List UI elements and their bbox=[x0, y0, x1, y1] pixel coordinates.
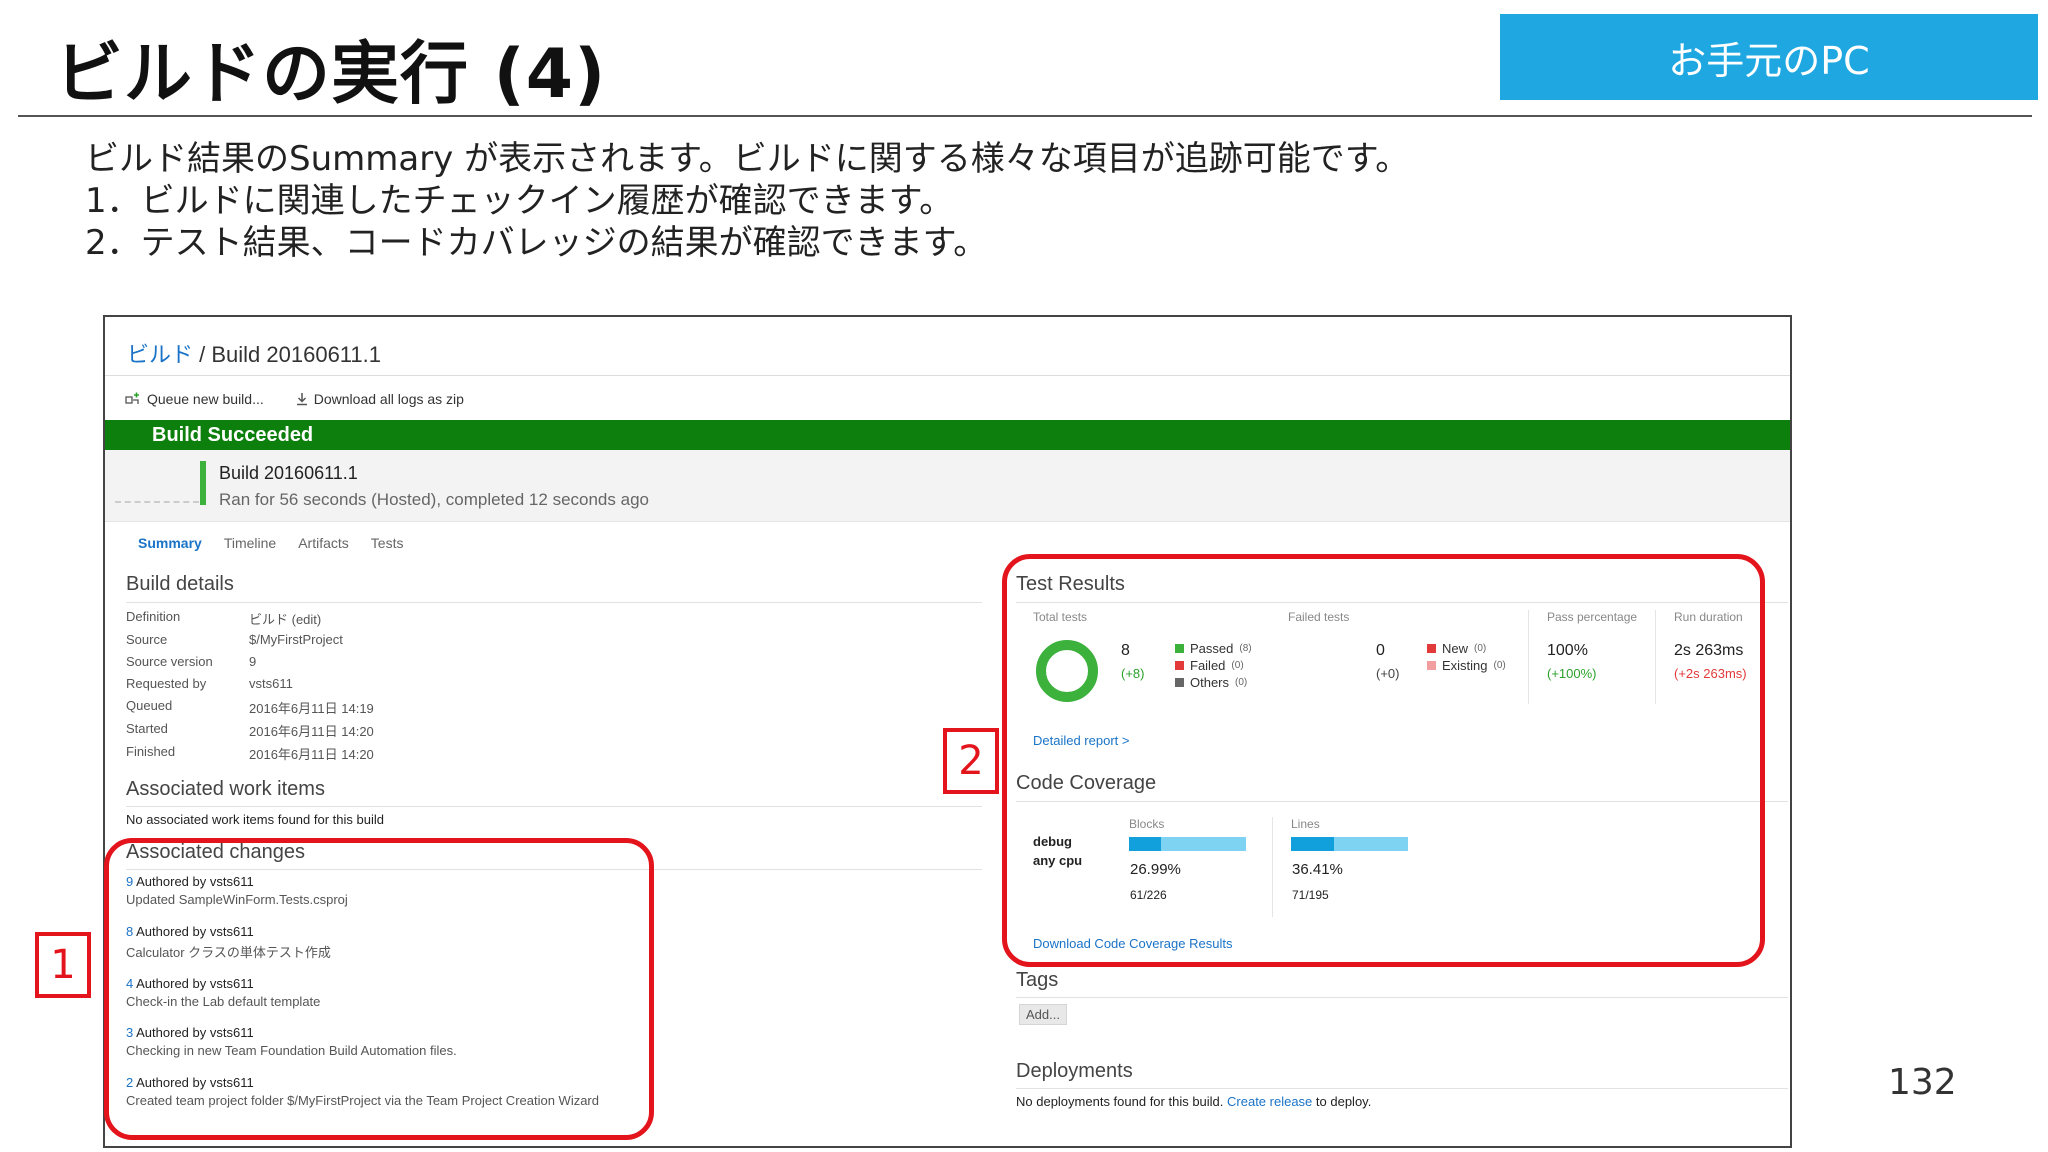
detail-label: Source bbox=[126, 632, 168, 647]
deployments-text-after: to deploy. bbox=[1312, 1094, 1372, 1109]
detail-label: Definition bbox=[126, 609, 181, 624]
download-logs-label: Download all logs as zip bbox=[313, 391, 464, 407]
detail-value: 2016年6月11日 14:19 bbox=[249, 701, 374, 716]
source-link[interactable]: $/MyFirstProject bbox=[249, 632, 343, 647]
detail-label: Started bbox=[126, 721, 168, 736]
page-number: 132 bbox=[1888, 1062, 1957, 1103]
deployments-text-before: No deployments found for this build. bbox=[1016, 1094, 1228, 1109]
queue-build-button[interactable]: Queue new build... bbox=[125, 391, 264, 407]
deployments-title: Deployments bbox=[1016, 1060, 1133, 1082]
callout-number-2: 2 bbox=[943, 728, 999, 794]
download-logs-button[interactable]: Download all logs as zip bbox=[296, 391, 464, 407]
section-divider bbox=[1016, 1088, 1788, 1089]
slide-title: ビルドの実行 (4) bbox=[55, 35, 607, 114]
build-header-panel bbox=[105, 450, 1790, 522]
definition-link[interactable]: ビルド (edit) bbox=[249, 609, 321, 628]
detail-label: Queued bbox=[126, 698, 173, 713]
source-version-link[interactable]: 9 bbox=[249, 654, 256, 669]
create-release-link[interactable]: Create release bbox=[1227, 1094, 1312, 1109]
tab-tests[interactable]: Tests bbox=[371, 535, 404, 551]
description-line: ビルド結果のSummary が表示されます。ビルドに関する様々な項目が追跡可能で… bbox=[85, 139, 1410, 179]
timeline-dash bbox=[115, 501, 199, 503]
detail-label: Requested by bbox=[126, 676, 207, 691]
description-line: 2．テスト結果、コードカバレッジの結果が確認できます。 bbox=[85, 223, 988, 263]
section-divider bbox=[126, 806, 982, 807]
slide-description: ビルド結果のSummary が表示されます。ビルドに関する様々な項目が追跡可能で… bbox=[85, 138, 1409, 264]
section-divider bbox=[126, 602, 982, 603]
queue-build-icon bbox=[125, 392, 139, 404]
breadcrumb: ビルド / Build 20160611.1 bbox=[127, 337, 381, 369]
section-divider bbox=[1016, 997, 1788, 998]
detail-value: 2016年6月11日 14:20 bbox=[249, 747, 374, 762]
highlight-test-coverage bbox=[1002, 554, 1765, 967]
breadcrumb-root-link[interactable]: ビルド bbox=[127, 342, 193, 367]
highlight-associated-changes bbox=[104, 838, 654, 1140]
tab-timeline[interactable]: Timeline bbox=[224, 535, 276, 551]
breadcrumb-current: Build 20160611.1 bbox=[211, 342, 381, 367]
build-tabs: Summary Timeline Artifacts Tests bbox=[138, 535, 403, 551]
detail-value: vsts611 bbox=[249, 676, 293, 691]
build-name: Build 20160611.1 bbox=[219, 463, 358, 483]
title-divider bbox=[18, 115, 2032, 117]
queue-build-label: Queue new build... bbox=[147, 391, 264, 407]
detail-label: Finished bbox=[126, 744, 176, 759]
breadcrumb-separator: / bbox=[193, 342, 212, 367]
build-status-banner: Build Succeeded bbox=[105, 420, 1790, 450]
download-icon bbox=[296, 393, 307, 406]
deployments-text: No deployments found for this build. Cre… bbox=[1016, 1094, 1371, 1109]
callout-number-1: 1 bbox=[35, 932, 91, 998]
work-items-title: Associated work items bbox=[126, 778, 325, 800]
build-run-info: Ran for 56 seconds (Hosted), completed 1… bbox=[219, 490, 649, 509]
detail-label: Source version bbox=[126, 654, 213, 669]
build-status-bar bbox=[200, 461, 206, 505]
build-toolbar: Queue new build... Download all logs as … bbox=[125, 391, 464, 407]
description-line: 1．ビルドに関連したチェックイン履歴が確認できます。 bbox=[85, 181, 954, 221]
build-details-title: Build details bbox=[126, 573, 234, 595]
header-divider bbox=[105, 375, 1790, 376]
add-tag-button[interactable]: Add... bbox=[1019, 1004, 1067, 1025]
tab-artifacts[interactable]: Artifacts bbox=[298, 535, 349, 551]
environment-badge: お手元のPC bbox=[1500, 14, 2038, 100]
tags-title: Tags bbox=[1016, 969, 1059, 991]
tab-summary[interactable]: Summary bbox=[138, 535, 202, 551]
detail-value: 2016年6月11日 14:20 bbox=[249, 724, 374, 739]
work-items-empty: No associated work items found for this … bbox=[126, 812, 384, 827]
